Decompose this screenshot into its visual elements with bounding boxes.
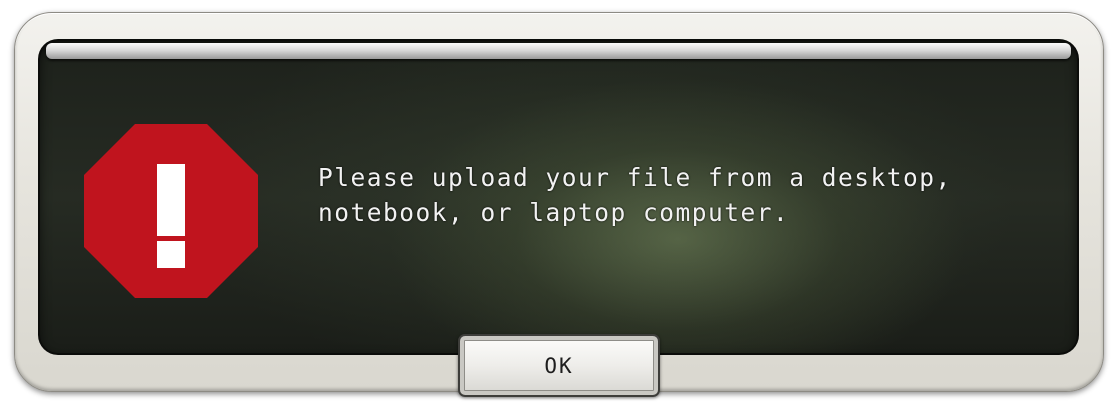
dialog-message-line: Please upload your file from a desktop, xyxy=(318,163,952,192)
dialog-top-highlight-bar xyxy=(46,43,1071,59)
ok-button-label: OK xyxy=(544,353,574,378)
exclamation-stop-icon xyxy=(84,124,258,298)
ok-button[interactable]: OK xyxy=(458,334,660,397)
dialog-message: Please upload your file from a desktop, … xyxy=(318,160,952,230)
dialog-message-line: notebook, or laptop computer. xyxy=(318,198,790,227)
